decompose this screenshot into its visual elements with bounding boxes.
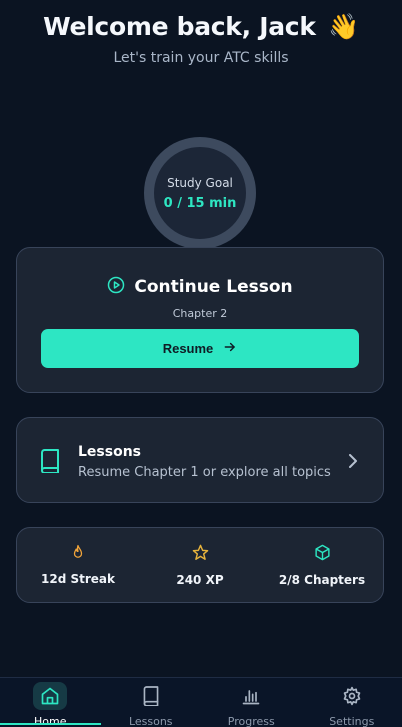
nav-lessons[interactable]: Lessons <box>101 678 202 727</box>
home-icon <box>40 686 60 710</box>
page-subtitle: Let's train your ATC skills <box>113 50 289 66</box>
welcome-text: Welcome back, Jack <box>43 12 316 41</box>
lessons-card-description: Resume Chapter 1 or explore all topics <box>78 465 331 480</box>
arrow-right-icon <box>223 340 237 357</box>
stat-xp: 240 XP <box>139 528 261 602</box>
nav-home-label: Home <box>34 715 67 727</box>
stat-streak: 12d Streak <box>17 528 139 602</box>
flame-icon <box>71 544 85 564</box>
resume-button[interactable]: Resume <box>41 329 359 368</box>
play-circle-icon <box>107 276 125 298</box>
bar-chart-icon <box>241 686 261 710</box>
nav-home[interactable]: Home <box>0 678 101 727</box>
book-icon <box>142 686 160 710</box>
welcome-header: Welcome back, Jack 👋 Let's train your AT… <box>0 12 402 66</box>
study-goal-ring: Study Goal 0 / 15 min <box>144 137 256 249</box>
nav-progress[interactable]: Progress <box>201 678 302 727</box>
nav-progress-label: Progress <box>227 715 275 727</box>
stat-streak-label: 12d Streak <box>41 572 115 586</box>
lessons-card-title: Lessons <box>78 444 141 460</box>
nav-settings[interactable]: Settings <box>302 678 402 727</box>
stat-chapters-label: 2/8 Chapters <box>278 572 366 587</box>
stat-chapters: 2/8 Chapters <box>261 528 383 602</box>
cube-icon <box>314 544 331 565</box>
bottom-nav: Home Lessons Progress Settings <box>0 677 402 727</box>
resume-button-label: Resume <box>162 341 214 356</box>
star-icon <box>192 544 209 565</box>
gear-icon <box>342 686 362 710</box>
lessons-card[interactable]: Lessons Resume Chapter 1 or explore all … <box>16 417 384 503</box>
chevron-right-icon <box>347 453 359 472</box>
study-goal-label: Study Goal <box>167 175 233 190</box>
stats-card: 12d Streak 240 XP 2/8 Chapters <box>16 527 384 603</box>
study-goal-value: 0 / 15 min <box>163 195 237 211</box>
stat-xp-label: 240 XP <box>176 572 224 587</box>
continue-lesson-title: Continue Lesson <box>134 277 293 297</box>
book-icon <box>39 449 61 477</box>
page-title: Welcome back, Jack 👋 <box>0 12 402 42</box>
continue-lesson-chapter: Chapter 2 <box>172 307 228 320</box>
nav-settings-label: Settings <box>329 715 375 727</box>
nav-lessons-label: Lessons <box>128 715 173 727</box>
waving-hand-icon: 👋 <box>328 12 359 41</box>
continue-lesson-heading: Continue Lesson <box>17 276 383 298</box>
continue-lesson-card: Continue Lesson Chapter 2 Resume <box>16 247 384 393</box>
